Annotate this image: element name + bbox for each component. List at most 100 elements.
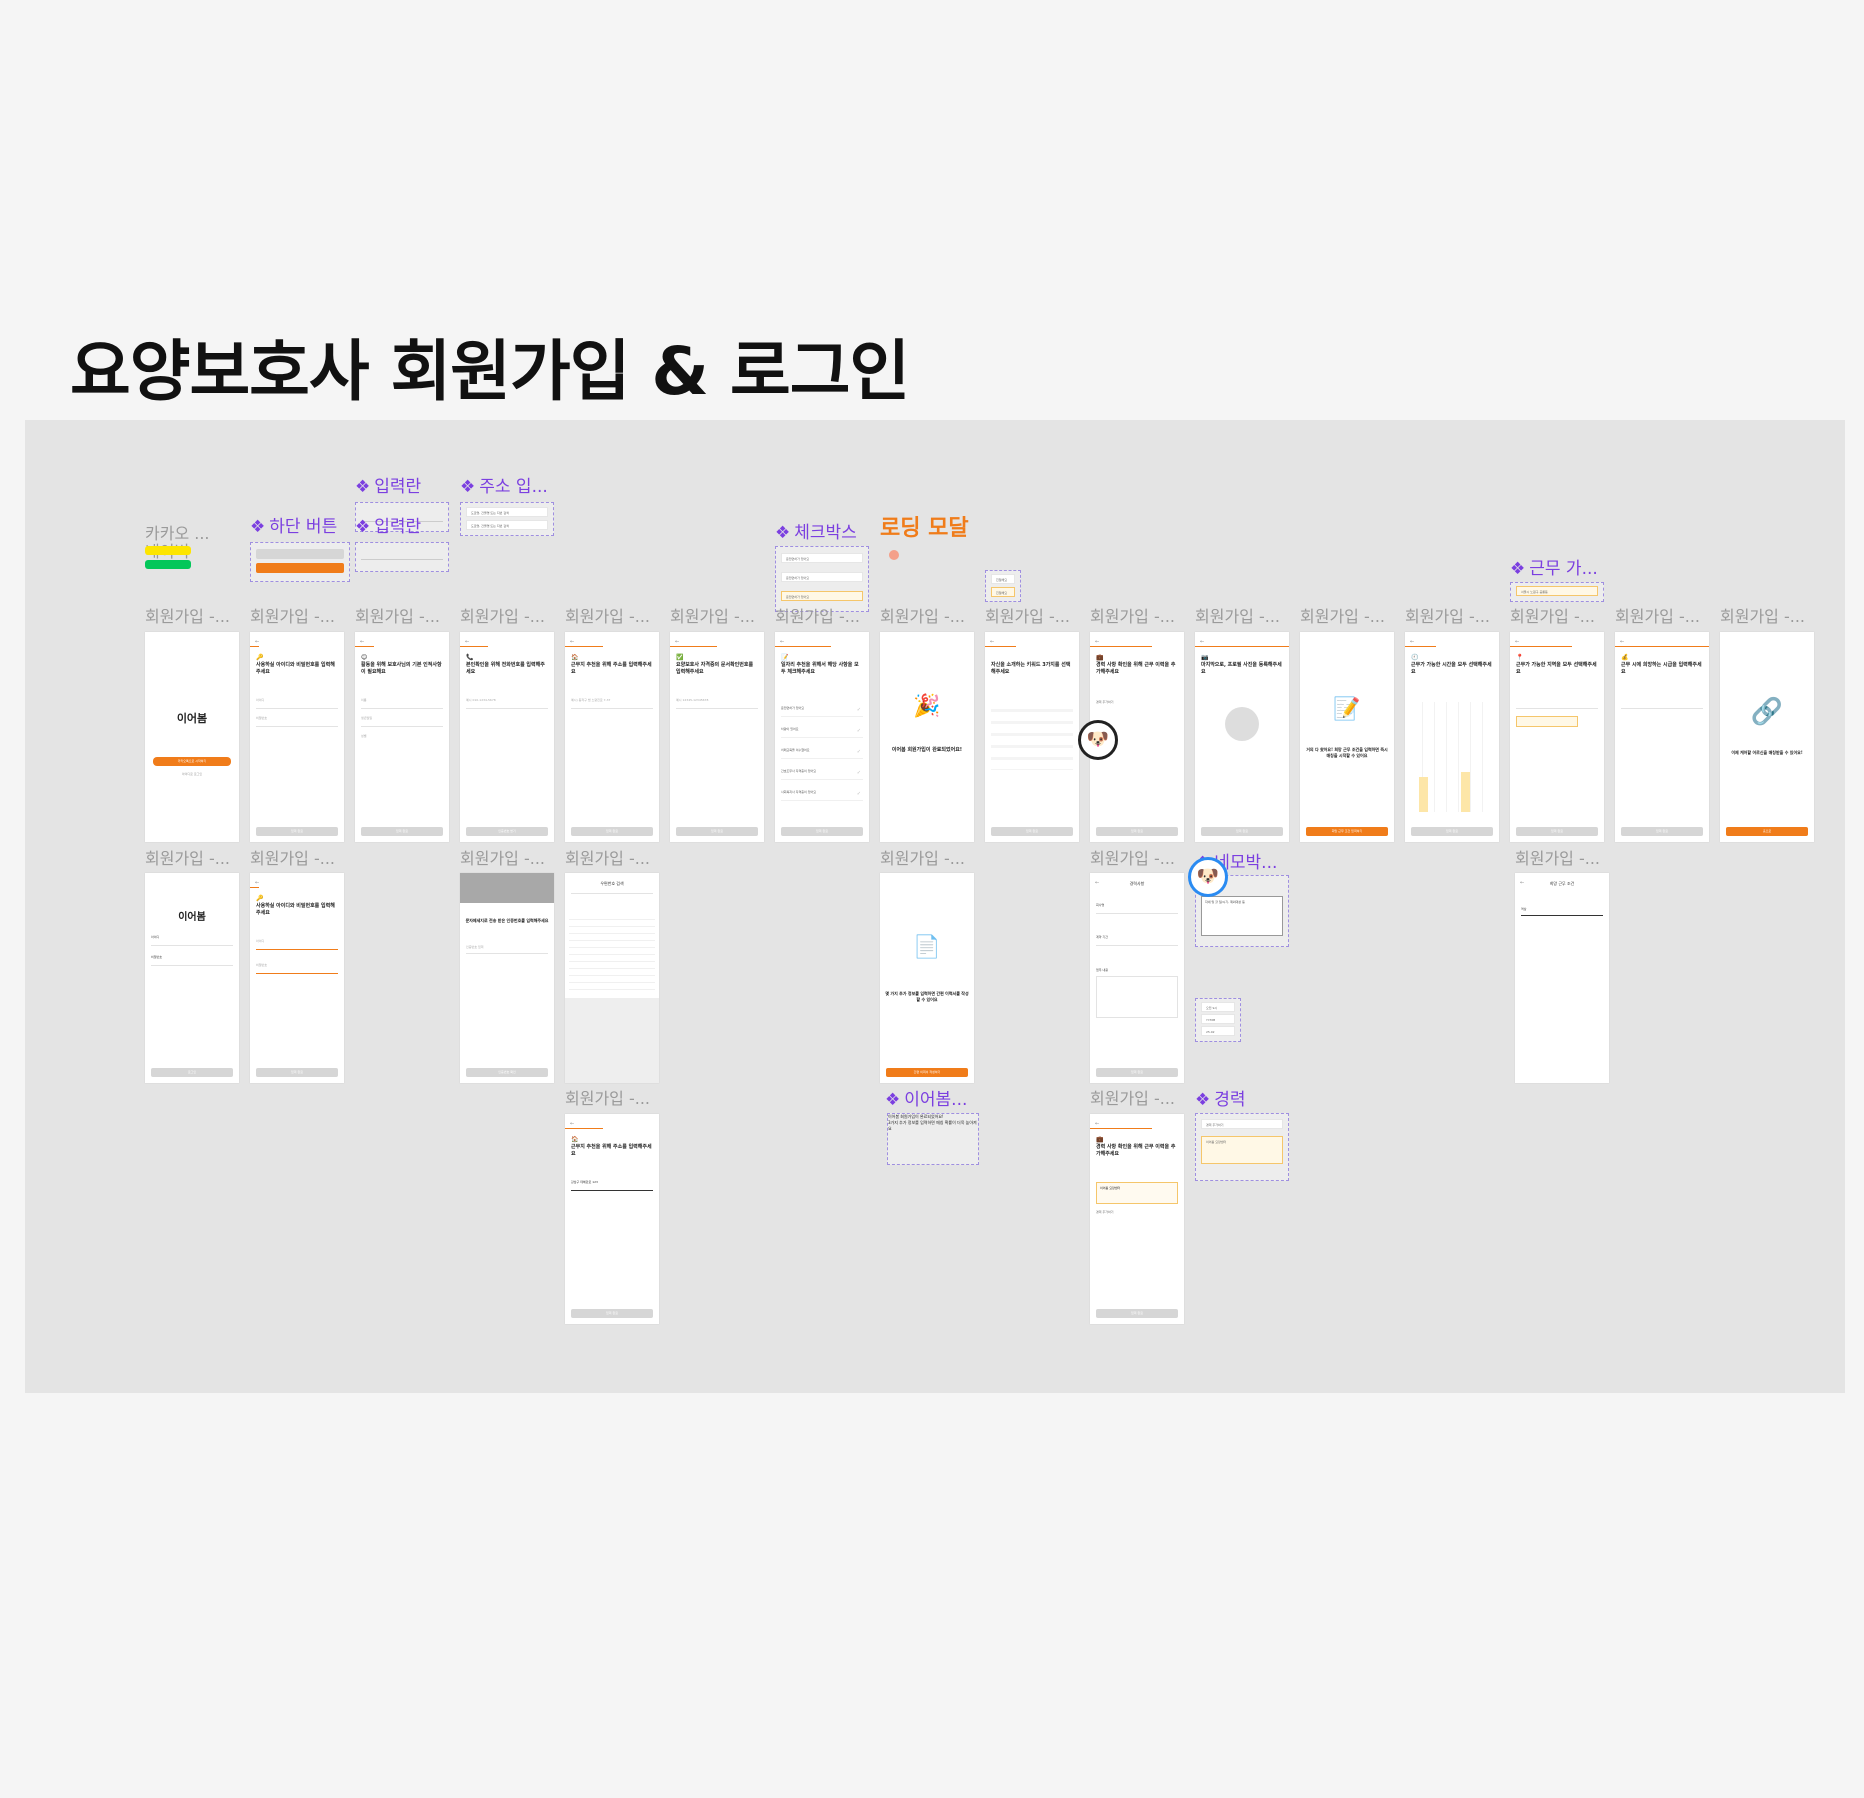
frame-label: 회원가입 -... [880,849,965,868]
frame-label: 회원가입 -... [145,849,230,868]
screen-almost-done[interactable]: 📝 거의 다 왔어요! 희망 근무 조건을 입력하면 즉시 매칭을 시작할 수 … [1300,632,1394,842]
frame-label: 회원가입 -... [880,607,965,626]
submit-button[interactable]: 입력 완료 [361,827,443,836]
checkbox-row[interactable]: 치매교육을 이수했어요 ✓ [781,748,863,759]
frame-label: 회원가입 -... [565,849,650,868]
page-title: 요양보호사 회원가입 & 로그인 [70,333,910,410]
collaborator-avatar: 🐶 [1188,857,1228,897]
submit-button[interactable]: 인증번호 받기 [466,827,548,836]
screen-career-list[interactable]: ← 💼 경력 사항 확인을 위해 근무 이력을 추가해주세요 이어봄 요양센터 … [1090,1114,1184,1324]
input-component-2 [355,542,449,572]
submit-button[interactable]: 입력 완료 [256,827,338,836]
submit-button[interactable]: 입력 완료 [1096,1068,1178,1077]
frame-label: 회원가입 -... [250,849,335,868]
screen-career-detail[interactable]: ← 경력사항 회사명 계약 기간 업무 내용 입력 완료 [1090,873,1184,1083]
submit-button[interactable]: 입력 완료 [781,827,863,836]
frame-label: 회원가입 -... [1195,607,1280,626]
add-career-link[interactable]: 경력 추가하기 [1096,1210,1178,1214]
screen-work-area[interactable]: ← 📍 근무가 가능한 지역을 모두 선택해주세요 입력 완료 [1510,632,1604,842]
screen-signup-license[interactable]: ← ✅ 요양보호사 자격증의 문서확인번호를 입력해주세요 예시 12345-1… [670,632,764,842]
profile-photo-placeholder[interactable] [1225,707,1259,741]
screen-postcode-search[interactable]: 우편번호 검색 [565,873,659,1083]
screen-address-filled[interactable]: ← 🏠 근무지 추천을 위해 주소를 입력해주세요 강남구 테헤란로 123 입… [565,1114,659,1324]
frame-label: 회원가입 -... [670,607,755,626]
frame-label: 회원가입 -... [1720,607,1805,626]
bottom-button-component [250,542,350,582]
tag-component: 친절해요 친절해요 [985,570,1021,602]
frame-label: 회원가입 -... [1300,607,1385,626]
submit-button[interactable]: 입력 완료 [1411,827,1493,836]
screen-profile-photo[interactable]: ← 📷 마지막으로, 프로필 사진을 등록해주세요 입력 완료 [1195,632,1289,842]
add-career-link[interactable]: 경력 추가하기 [1096,700,1178,704]
component-label-address: ❖ 주소 입... [460,477,548,497]
frame-label: 회원가입 -... [1405,607,1490,626]
document-icon: 📄 [913,935,941,960]
link-icon: 🔗 [1750,697,1784,727]
frame-label: 회원가입 -... [985,607,1070,626]
submit-button[interactable]: 입력 완료 [1516,827,1598,836]
naver-button[interactable] [145,560,191,569]
frame-label: 회원가입 -... [1090,1089,1175,1108]
frame-label: 회원가입 -... [1615,607,1700,626]
screen-signup-id-error[interactable]: ← 🔑 사용하실 아이디와 비밀번호를 입력해주세요 아이디 비밀번호 입력 완… [250,873,344,1083]
frame-label: 회원가입 -... [775,607,860,626]
start-button[interactable]: 카카오톡으로 시작하기 [153,757,231,766]
verify-button[interactable]: 인증번호 확인 [466,1068,548,1077]
screen-keywords[interactable]: ← 자신을 소개하는 키워드 3가지를 선택해주세요 입력 완료 [985,632,1079,842]
checkbox-row[interactable]: 운전면허가 있어요 ✓ [781,706,863,717]
component-label-career: ❖ 경력 [1195,1090,1246,1110]
area-chip[interactable] [1516,716,1578,727]
component-label-loading-modal: 로딩 모달 [880,516,969,541]
checkbox-row[interactable]: 사회복지사 자격증이 있어요 ✓ [781,790,863,801]
screen-login-start[interactable]: 이어봄 카카오톡으로 시작하기 아이디로 로그인 [145,632,239,842]
keyword-grid[interactable] [991,700,1073,770]
submit-button[interactable]: 입력 완료 [1201,827,1283,836]
screen-login[interactable]: 이어봄 아이디 비밀번호 로그인 [145,873,239,1083]
collaborator-avatar: 🐶 [1078,720,1118,760]
area-search-input[interactable]: 역삼 [1521,907,1603,911]
date-component: 오전 9시 YY.MM 25.02 [1195,998,1241,1042]
submit-button[interactable]: 입력 완료 [256,1068,338,1077]
screen-signup-info[interactable]: ← 😊 활동을 위해 보호사님의 기본 인적사항이 필요해요 이름 생년월일 성… [355,632,449,842]
frame-label: 회원가입 -... [565,607,650,626]
screen-work-time[interactable]: ← 🕘 근무가 가능한 시간을 모두 선택해주세요 입력 완료 [1405,632,1499,842]
frame-label: 회원가입 -... [355,607,440,626]
resume-button[interactable]: 간편 이력서 작성하기 [886,1068,968,1077]
screen-hourly-wage[interactable]: ← 💰 근무 시에 희망하는 시급을 입력해주세요 입력 완료 [1615,632,1709,842]
frame-label: 회원가입 -... [565,1089,650,1108]
checkbox-row[interactable]: 간호조무사 자격증이 있어요 ✓ [781,769,863,780]
document-edit-icon: 📝 [1333,697,1361,722]
submit-button[interactable]: 입력 완료 [1621,827,1703,836]
work-avail-component: 서울시 노원구 공릉동 [1510,582,1604,602]
frame-label: 회원가입 -... [1090,607,1175,626]
submit-button[interactable]: 입력 완료 [571,1309,653,1318]
kakao-button[interactable] [145,546,191,555]
screen-signup-address[interactable]: ← 🏠 근무지 추천을 위해 주소를 입력해주세요 예시) 동작구 법 노량진로… [565,632,659,842]
home-button[interactable]: 홈으로 [1726,827,1808,836]
checkbox-row[interactable]: 차량이 있어요 ✓ [781,727,863,738]
frame-label: 회원가입 -... [1515,849,1600,868]
frame-label: 회원가입 -... [460,607,545,626]
component-label-input-2: ❖ 입력란 [355,517,422,537]
screen-verify-code[interactable]: 문자메세지로 전송 받은 인증번호를 입력해주세요 인증번호 입력 인증번호 확… [460,873,554,1083]
component-label-input-1: ❖ 입력란 [355,477,422,497]
screen-matching-ready[interactable]: 🔗 이제 케어할 어르신을 매칭받을 수 있어요! 홈으로 [1720,632,1814,842]
frame-label: 회원가입 -... [1090,849,1175,868]
signup-complete-toast: 이어봄 회원가입이 완료되었어요! 3가지 추가 정보를 입력하면 매칭 확률이… [887,1113,979,1165]
submit-button[interactable]: 입력 완료 [991,827,1073,836]
screen-work-condition[interactable]: ← 희망 근무 조건 역삼 [1515,873,1609,1083]
work-condition-button[interactable]: 희망 근무 조건 입력하기 [1306,827,1388,836]
frame-label: 회원가입 -... [145,607,230,626]
screen-signup-checklist[interactable]: ← 📝 일자리 추천을 위해서 해당 사항을 모두 체크해주세요 운전면허가 있… [775,632,869,842]
career-card[interactable]: 이어봄 요양센터 [1096,1182,1178,1204]
submit-button[interactable]: 입력 완료 [571,827,653,836]
screen-signup-id[interactable]: ← 🔑 사용하실 아이디와 비밀번호를 입력해주세요 아이디 비밀번호 입력 완… [250,632,344,842]
celebration-icon: 🎉 [913,694,941,719]
submit-button[interactable]: 입력 완료 [676,827,758,836]
screen-signup-phone[interactable]: ← 📞 본인확인을 위해 전화번호를 입력해주세요 예시 010-1234-56… [460,632,554,842]
submit-button[interactable]: 입력 완료 [1096,827,1178,836]
submit-button[interactable]: 입력 완료 [1096,1309,1178,1318]
screen-resume-intro[interactable]: 📄 몇 가지 추가 정보를 입력하면 간편 이력서를 작성할 수 있어요 간편 … [880,873,974,1083]
career-component: 경력 추가하기 이어봄 요양센터 [1195,1113,1289,1181]
login-button[interactable]: 로그인 [151,1068,233,1077]
